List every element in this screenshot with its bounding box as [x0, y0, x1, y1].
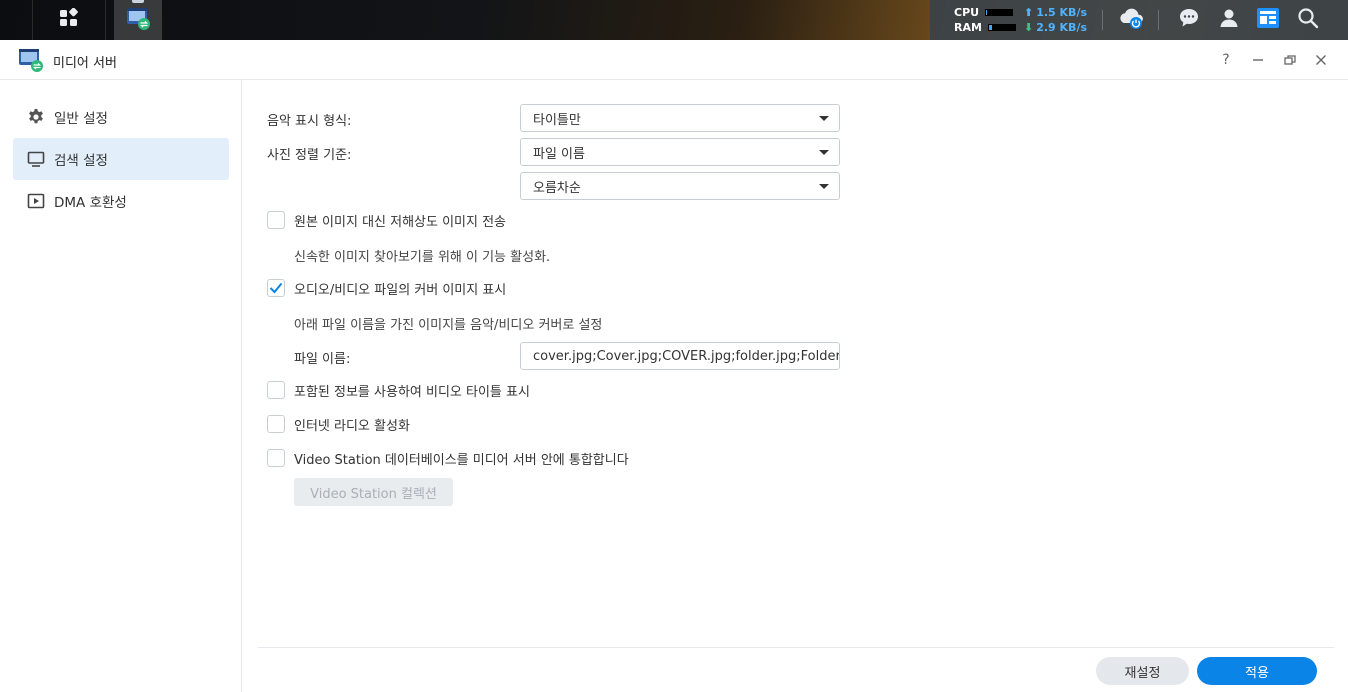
- user-button[interactable]: [1212, 0, 1246, 40]
- download-arrow-icon: ⬇: [1024, 21, 1034, 34]
- sidebar-item-search-settings[interactable]: 검색 설정: [13, 138, 229, 180]
- internet-radio-option[interactable]: 인터넷 라디오 활성화: [267, 415, 410, 434]
- taskbar: CPU RAM ⬆ 1.5 KB/s ⬇ 2.9 KB/s: [0, 0, 1348, 40]
- network-speed[interactable]: ⬆ 1.5 KB/s ⬇ 2.9 KB/s: [1024, 5, 1087, 35]
- user-icon: [1218, 7, 1240, 33]
- video-station-option[interactable]: Video Station 데이터베이스를 미디어 서버 안에 통합합니다: [267, 449, 629, 468]
- media-server-icon: [125, 5, 151, 35]
- checkmark-icon: [269, 282, 283, 294]
- sidebar: 일반 설정 검색 설정 DMA 호환성: [0, 80, 242, 692]
- widgets-button[interactable]: [1251, 0, 1285, 40]
- cover-image-hint: 아래 파일 이름을 가진 이미지를 음악/비디오 커버로 설정: [294, 318, 603, 333]
- restore-icon: [1284, 55, 1296, 65]
- tray-divider: [1102, 10, 1103, 30]
- close-icon: [1316, 55, 1326, 65]
- ram-usage-bar: [987, 24, 1016, 31]
- select-value: 오름차순: [533, 180, 581, 196]
- low-res-checkbox[interactable]: [267, 211, 285, 229]
- photo-sort-label: 사진 정렬 기준:: [267, 148, 352, 163]
- photo-sort-select[interactable]: 파일 이름: [520, 138, 840, 166]
- cloud-sync-button[interactable]: [1115, 0, 1149, 40]
- media-server-app-icon: [18, 47, 44, 77]
- embedded-info-checkbox[interactable]: [267, 381, 285, 399]
- chat-button[interactable]: [1172, 0, 1206, 40]
- widgets-icon: [1256, 7, 1280, 33]
- search-button[interactable]: [1291, 0, 1325, 40]
- help-button[interactable]: ?: [1218, 52, 1234, 68]
- music-display-format-select[interactable]: 타이틀만: [520, 104, 840, 132]
- internet-radio-checkbox[interactable]: [267, 415, 285, 433]
- caret-down-icon: [819, 116, 829, 121]
- minimize-button[interactable]: [1250, 52, 1266, 68]
- upload-arrow-icon: ⬆: [1024, 6, 1034, 19]
- cover-image-option[interactable]: 오디오/비디오 파일의 커버 이미지 표시: [267, 279, 507, 298]
- sidebar-item-label: 검색 설정: [54, 153, 108, 169]
- embedded-info-label: 포함된 정보를 사용하여 비디오 타이틀 표시: [294, 384, 530, 400]
- reset-button[interactable]: 재설정: [1096, 657, 1189, 685]
- low-res-option[interactable]: 원본 이미지 대신 저해상도 이미지 전송: [267, 211, 507, 230]
- low-res-label: 원본 이미지 대신 저해상도 이미지 전송: [294, 214, 507, 230]
- monitor-icon: [27, 150, 45, 168]
- internet-radio-label: 인터넷 라디오 활성화: [294, 418, 410, 434]
- cover-image-label: 오디오/비디오 파일의 커버 이미지 표시: [294, 282, 507, 298]
- input-value: cover.jpg;Cover.jpg;COVER.jpg;folder.jpg…: [533, 348, 840, 364]
- grid-icon: [59, 7, 79, 32]
- video-station-label: Video Station 데이터베이스를 미디어 서버 안에 통합합니다: [294, 452, 629, 468]
- tray-divider: [1158, 10, 1159, 30]
- photo-sort-order-select[interactable]: 오름차순: [520, 172, 840, 200]
- minimize-icon: [1253, 59, 1263, 61]
- select-value: 타이틀만: [533, 112, 581, 128]
- sidebar-item-label: 일반 설정: [54, 111, 108, 127]
- caret-down-icon: [819, 184, 829, 189]
- resource-monitor[interactable]: CPU RAM: [954, 5, 1016, 35]
- footer-divider: [258, 647, 1334, 648]
- video-station-collection-button[interactable]: Video Station 컬렉션: [294, 478, 453, 506]
- filename-label: 파일 이름:: [294, 352, 351, 367]
- upload-speed: 1.5 KB/s: [1036, 6, 1088, 19]
- cpu-label: CPU: [954, 6, 980, 19]
- window-title: 미디어 서버: [53, 56, 117, 71]
- ram-label: RAM: [954, 21, 982, 34]
- cloud-sync-icon: [1117, 5, 1147, 35]
- main-menu-button[interactable]: [32, 0, 106, 40]
- music-display-format-label: 음악 표시 형식:: [267, 114, 352, 129]
- caret-down-icon: [819, 150, 829, 155]
- low-res-hint: 신속한 이미지 찾아보기를 위해 이 기능 활성화.: [294, 250, 551, 265]
- restore-button[interactable]: [1282, 52, 1298, 68]
- cpu-usage-bar: [985, 9, 1014, 16]
- play-box-icon: [27, 192, 45, 210]
- select-value: 파일 이름: [533, 146, 585, 162]
- gear-icon: [27, 108, 45, 126]
- window-header[interactable]: 미디어 서버 ?: [0, 40, 1348, 80]
- download-speed: 2.9 KB/s: [1036, 21, 1088, 34]
- sidebar-item-label: DMA 호환성: [54, 195, 127, 211]
- apply-button[interactable]: 적용: [1197, 657, 1317, 685]
- embedded-info-option[interactable]: 포함된 정보를 사용하여 비디오 타이틀 표시: [267, 381, 530, 400]
- sidebar-item-general-settings[interactable]: 일반 설정: [13, 96, 229, 138]
- cover-filename-input[interactable]: cover.jpg;Cover.jpg;COVER.jpg;folder.jpg…: [520, 342, 840, 370]
- cover-image-checkbox[interactable]: [267, 279, 285, 297]
- close-button[interactable]: [1313, 52, 1329, 68]
- taskbar-media-server-app[interactable]: [114, 0, 162, 40]
- video-station-checkbox[interactable]: [267, 449, 285, 467]
- chat-icon: [1178, 7, 1200, 33]
- search-icon: [1297, 7, 1319, 33]
- sidebar-item-dma-compatibility[interactable]: DMA 호환성: [13, 180, 229, 222]
